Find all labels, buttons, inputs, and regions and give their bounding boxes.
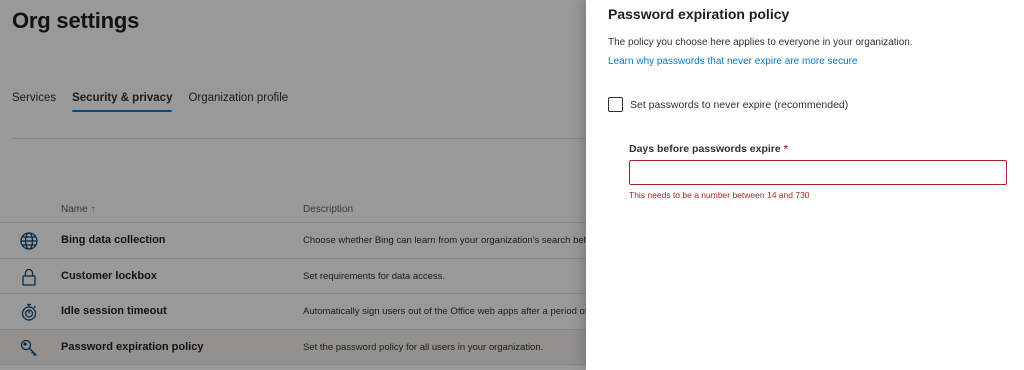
days-before-expire-input[interactable] — [629, 160, 1007, 185]
days-field-label-text: Days before passwords expire — [629, 143, 781, 155]
panel-title: Password expiration policy — [608, 6, 790, 22]
panel-description: The policy you choose here applies to ev… — [608, 37, 913, 48]
password-policy-panel: Password expiration policy The policy yo… — [586, 0, 1024, 370]
modal-overlay[interactable] — [0, 0, 586, 370]
days-field-label: Days before passwords expire * — [629, 143, 788, 155]
never-expire-label: Set passwords to never expire (recommend… — [630, 98, 849, 111]
never-expire-checkbox[interactable] — [608, 97, 623, 112]
learn-more-link[interactable]: Learn why passwords that never expire ar… — [608, 56, 858, 67]
never-expire-option[interactable]: Set passwords to never expire (recommend… — [608, 97, 848, 112]
required-marker: * — [783, 143, 788, 155]
days-field-error: This needs to be a number between 14 and… — [629, 190, 810, 200]
